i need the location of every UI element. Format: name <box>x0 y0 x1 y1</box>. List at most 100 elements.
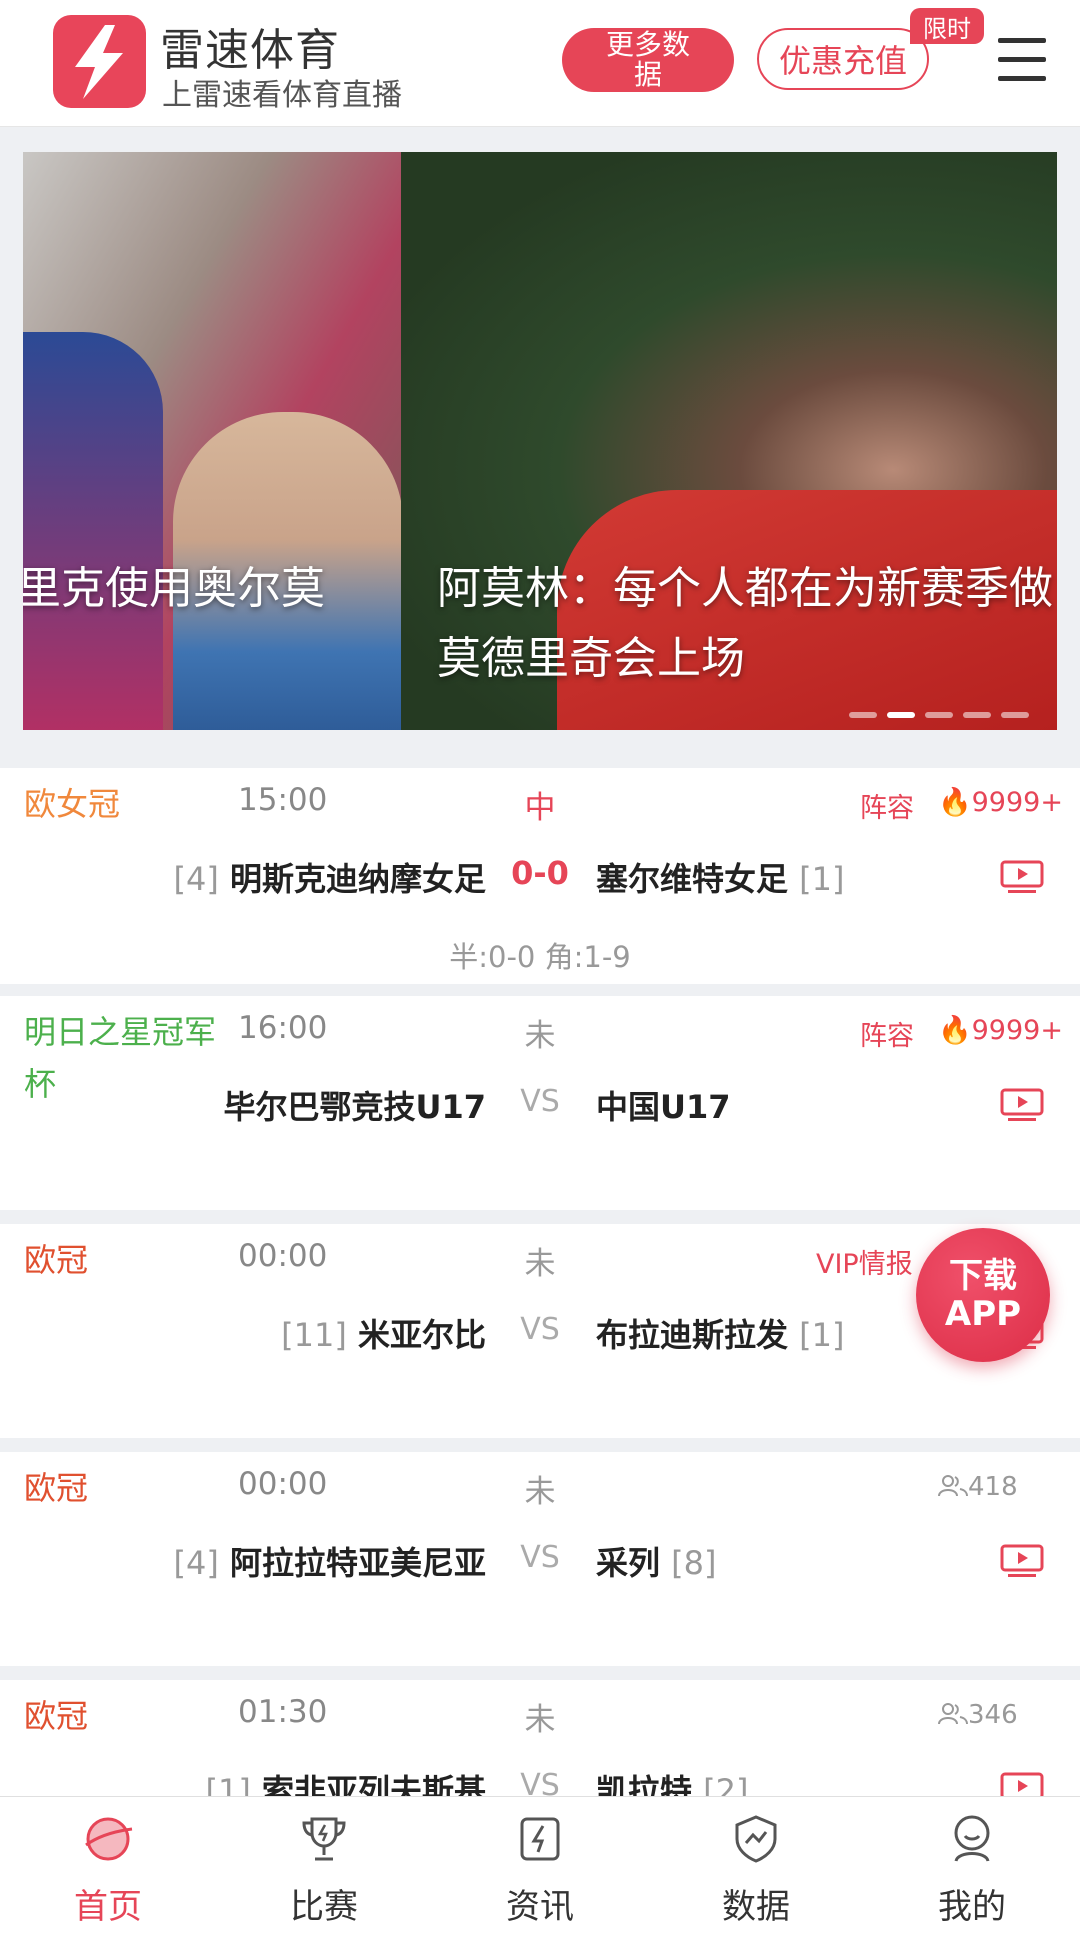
more-data-label-1: 更多数 <box>605 28 690 61</box>
match-time: 01:30 <box>238 1694 328 1730</box>
away-team[interactable]: 凯拉特 [2] <box>596 1766 748 1796</box>
home-team-name: 索非亚列夫斯基 <box>261 1772 486 1796</box>
viewer-count: 346 <box>938 1700 1018 1730</box>
tab-label: 首页 <box>74 1887 142 1927</box>
tab-home[interactable]: 首页 <box>0 1797 216 1953</box>
home-team-name: 阿拉拉特亚美尼亚 <box>229 1544 486 1582</box>
match-card[interactable]: 欧冠 00:00 未 VIP情报 [11] 米亚尔比 VS 布拉迪斯拉发 [1] <box>0 1224 1080 1438</box>
league-label[interactable]: 欧冠 <box>24 1690 88 1742</box>
tab-profile[interactable]: 我的 <box>864 1797 1080 1953</box>
home-team-name: 毕尔巴鄂竞技U17 <box>223 1088 486 1126</box>
viewer-count: 418 <box>938 1472 1018 1502</box>
live-tv-icon[interactable] <box>1000 1088 1044 1122</box>
limited-badge: 限时 <box>910 8 984 44</box>
carousel-dot[interactable] <box>925 712 953 718</box>
users-icon <box>938 1475 968 1497</box>
away-team-name: 凯拉特 <box>596 1772 693 1796</box>
brand-name: 雷速体育 <box>160 25 340 76</box>
home-team[interactable]: 毕尔巴鄂竞技U17 <box>223 1082 486 1128</box>
carousel-dot-active[interactable] <box>887 712 915 718</box>
more-data-label-2: 据 <box>633 58 662 91</box>
carousel-slide-current[interactable]: 阿莫林：每个人都在为新赛季做 莫德里奇会上场 <box>401 152 1057 730</box>
fire-icon: 🔥 <box>938 1015 972 1046</box>
carousel-dot[interactable] <box>963 712 991 718</box>
carousel-dot[interactable] <box>849 712 877 718</box>
away-rank: [2] <box>703 1772 749 1796</box>
match-time: 15:00 <box>238 782 328 818</box>
vs-label: VS <box>520 1084 560 1119</box>
away-rank: [8] <box>671 1544 717 1582</box>
away-rank: [1] <box>799 860 845 898</box>
match-time: 00:00 <box>238 1466 328 1502</box>
away-team[interactable]: 采列 [8] <box>596 1538 716 1584</box>
live-tv-icon[interactable] <box>1000 1772 1044 1796</box>
league-label[interactable]: 欧冠 <box>24 1462 88 1514</box>
tab-news[interactable]: 资讯 <box>432 1797 648 1953</box>
away-team-name: 布拉迪斯拉发 <box>596 1316 789 1354</box>
news-bolt-icon <box>520 1817 560 1861</box>
lineup-link[interactable]: 阵容 <box>860 786 914 825</box>
home-team-name: 米亚尔比 <box>357 1316 486 1354</box>
away-team-name: 采列 <box>596 1544 661 1582</box>
recharge-button[interactable]: 优惠充值 <box>757 28 929 90</box>
away-team[interactable]: 中国U17 <box>596 1082 731 1128</box>
download-app-button[interactable]: 下载 APP <box>916 1228 1050 1362</box>
carousel-caption-line2: 莫德里奇会上场 <box>437 633 745 684</box>
away-rank: [1] <box>799 1316 845 1354</box>
match-status: 未 <box>524 1474 556 1510</box>
live-tv-icon[interactable] <box>1000 1544 1044 1578</box>
app-header: 雷速体育 上雷速看体育直播 更多数据 优惠充值 限时 <box>0 0 1080 127</box>
home-rank: [4] <box>173 1544 219 1582</box>
match-status: 未 <box>524 1702 556 1738</box>
home-team[interactable]: [4] 明斯克迪纳摩女足 <box>174 854 486 900</box>
away-team[interactable]: 布拉迪斯拉发 [1] <box>596 1310 844 1356</box>
match-status: 未 <box>524 1018 556 1054</box>
tab-label: 比赛 <box>290 1887 358 1927</box>
more-data-button[interactable]: 更多数据 <box>562 28 734 92</box>
match-score: 0-0 <box>511 854 569 892</box>
league-label[interactable]: 欧冠 <box>24 1234 88 1286</box>
tab-data[interactable]: 数据 <box>648 1797 864 1953</box>
home-team-name: 明斯克迪纳摩女足 <box>229 860 486 898</box>
match-card[interactable]: 欧女冠 15:00 中 阵容 🔥9999+ [4] 明斯克迪纳摩女足 0-0 塞… <box>0 768 1080 984</box>
heat-count: 🔥9999+ <box>938 1015 1063 1046</box>
lightning-logo-icon <box>75 25 123 99</box>
lineup-link[interactable]: 阵容 <box>860 1014 914 1053</box>
users-icon <box>938 1703 968 1725</box>
home-rank: [11] <box>281 1316 347 1354</box>
match-card[interactable]: 欧冠 01:30 未 346 [1] 索非亚列夫斯基 VS 凯拉特 [2] <box>0 1680 1080 1796</box>
heat-count: 🔥9999+ <box>938 787 1063 818</box>
fire-icon: 🔥 <box>938 787 972 818</box>
vip-intel-link[interactable]: VIP情报 <box>816 1242 913 1281</box>
tab-label: 资讯 <box>506 1887 574 1927</box>
league-label[interactable]: 明日之星冠军杯 <box>24 1006 216 1110</box>
match-time: 00:00 <box>238 1238 328 1274</box>
tab-matches[interactable]: 比赛 <box>216 1797 432 1953</box>
vs-label: VS <box>520 1540 560 1575</box>
halftime-corner-stats: 半:0-0 角:1-9 <box>449 940 631 974</box>
match-card[interactable]: 欧冠 00:00 未 418 [4] 阿拉拉特亚美尼亚 VS 采列 [8] <box>0 1452 1080 1666</box>
news-carousel[interactable]: 里克使用奥尔莫 阿莫林：每个人都在为新赛季做 莫德里奇会上场 <box>23 152 1057 730</box>
live-tv-icon[interactable] <box>1000 860 1044 894</box>
menu-icon[interactable] <box>998 38 1046 82</box>
home-rank: [1] <box>205 1772 251 1796</box>
home-ball-icon <box>85 1817 133 1861</box>
league-label[interactable]: 欧女冠 <box>24 778 120 830</box>
match-status: 中 <box>524 790 556 826</box>
carousel-slide-previous[interactable]: 里克使用奥尔莫 <box>23 152 401 730</box>
away-team[interactable]: 塞尔维特女足 [1] <box>596 854 844 900</box>
home-team[interactable]: [11] 米亚尔比 <box>281 1310 486 1356</box>
tab-label: 数据 <box>722 1887 790 1927</box>
app-logo[interactable] <box>53 15 146 108</box>
match-status: 未 <box>524 1246 556 1282</box>
carousel-dot[interactable] <box>1001 712 1029 718</box>
carousel-indicator <box>849 712 1029 718</box>
home-team[interactable]: [4] 阿拉拉特亚美尼亚 <box>174 1538 486 1584</box>
brand-slogan: 上雷速看体育直播 <box>162 78 402 113</box>
home-team[interactable]: [1] 索非亚列夫斯基 <box>206 1766 486 1796</box>
bottom-tab-bar: 首页 比赛 资讯 数据 我的 <box>0 1796 1080 1953</box>
match-card[interactable]: 明日之星冠军杯 16:00 未 阵容 🔥9999+ 毕尔巴鄂竞技U17 VS 中… <box>0 996 1080 1210</box>
download-label-1: 下载 <box>949 1256 1017 1296</box>
match-time: 16:00 <box>238 1010 328 1046</box>
away-team-name: 塞尔维特女足 <box>596 860 789 898</box>
